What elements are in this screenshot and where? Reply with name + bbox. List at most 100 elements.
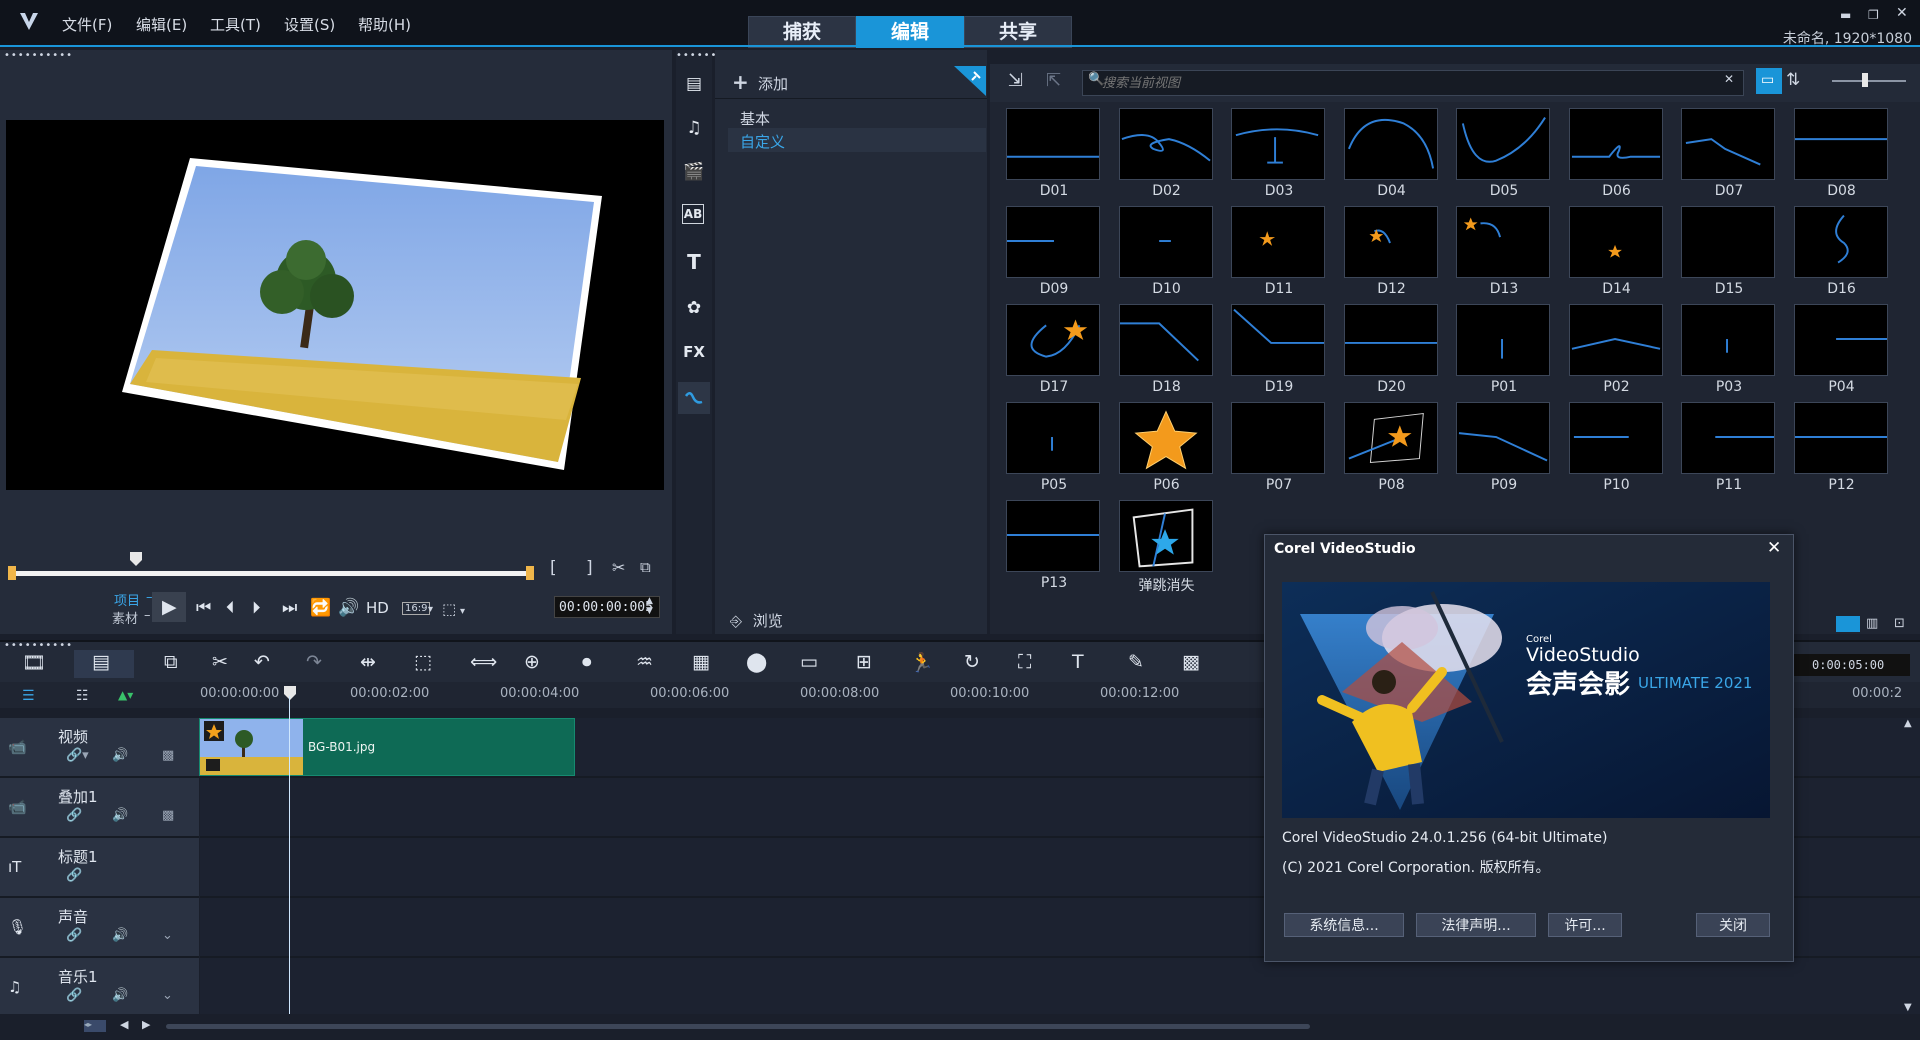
timecode-field[interactable]: 00:00:00:005 (554, 596, 660, 618)
path-thumbnail[interactable]: D01 (998, 104, 1110, 200)
scrubber-icon[interactable] (130, 552, 142, 566)
go-end-icon[interactable]: ⏭ (282, 598, 297, 618)
motion-path-icon[interactable] (684, 388, 704, 408)
ripple-link-icon[interactable]: 🔗 (66, 808, 82, 823)
volume-icon[interactable]: 🔊 (338, 598, 359, 618)
track-lane-music[interactable] (200, 958, 1920, 1018)
add-folder-button[interactable]: 添加 (758, 73, 788, 94)
thumb-size-slider[interactable] (1832, 80, 1906, 82)
replace-clip-icon[interactable]: ⧉ (164, 651, 178, 673)
ripple-link-icon[interactable]: 🔗 (66, 928, 82, 943)
freeze-frame-icon[interactable]: ⛶ (1018, 651, 1031, 673)
motion-tracking-icon[interactable]: 🏃 (910, 651, 934, 674)
path-thumbnail[interactable]: 弹跳消失 (1111, 496, 1223, 594)
pin-icon[interactable] (954, 66, 986, 96)
play-icon[interactable]: ▶ (162, 596, 177, 618)
storyboard-view-icon[interactable]: 🎞 (22, 651, 46, 674)
clear-search-icon[interactable]: ✕ (1724, 72, 1734, 86)
transition-icon[interactable]: AB (682, 204, 704, 224)
track-grid-icon[interactable]: ▩ (162, 808, 174, 823)
title-icon[interactable]: T (682, 250, 706, 274)
import-media-icon[interactable]: ⇲ (1008, 70, 1023, 91)
scrub-track[interactable] (12, 571, 532, 576)
crop-dropdown-icon[interactable]: ▾ (460, 606, 465, 617)
paint-icon[interactable]: ✎ (1128, 651, 1144, 673)
mark-in-icon[interactable]: [ (550, 558, 557, 578)
rotate-icon[interactable]: ↻ (964, 651, 980, 673)
path-thumbnail[interactable]: P11 (1673, 398, 1785, 494)
path-thumbnail[interactable]: P01 (1448, 300, 1560, 396)
pan-zoom-icon[interactable]: ⊕ (524, 651, 540, 673)
ripple-link-icon[interactable]: 🔗 (66, 868, 82, 883)
path-thumbnail[interactable]: P06 (1111, 398, 1223, 494)
hd-toggle[interactable]: HD (366, 599, 389, 617)
tab-edit[interactable]: 编辑 (856, 16, 964, 48)
video-camera-icon[interactable]: 📹 (8, 738, 27, 756)
title-t-icon[interactable]: ıT (8, 858, 21, 876)
path-thumbnail[interactable]: P09 (1448, 398, 1560, 494)
path-thumbnail[interactable]: D18 (1111, 300, 1223, 396)
audio-mixer-icon[interactable]: ♒ (636, 651, 653, 673)
split-clip-icon[interactable]: ✂ (612, 558, 625, 577)
undo-icon[interactable]: ↶ (254, 651, 270, 673)
scroll-right-icon[interactable]: ▶ (142, 1018, 150, 1031)
path-thumbnail[interactable]: D16 (1786, 202, 1898, 298)
menu-file[interactable]: 文件(F) (62, 14, 112, 35)
mark-out-icon[interactable]: ] (586, 558, 593, 578)
layout-icon[interactable]: ⊞ (856, 651, 872, 673)
track-manager-icon[interactable]: ☰ (22, 688, 35, 704)
path-thumbnail[interactable]: D03 (1223, 104, 1335, 200)
legal-notice-button[interactable]: 法律声明... (1416, 913, 1536, 937)
menu-help[interactable]: 帮助(H) (358, 14, 411, 35)
horizontal-scrollbar[interactable] (166, 1024, 1310, 1029)
about-close-icon[interactable]: ✕ (1767, 538, 1781, 558)
multicam-icon[interactable]: ▦ (692, 651, 710, 673)
sort-icon[interactable]: ⇅ (1786, 70, 1800, 90)
title-3d-icon[interactable]: T (1072, 651, 1084, 673)
minimize-icon[interactable]: ▬ (1840, 8, 1851, 22)
path-thumbnail[interactable]: D10 (1111, 202, 1223, 298)
license-button[interactable]: 许可... (1548, 913, 1622, 937)
browse-button[interactable]: ⎆ 浏览 (730, 610, 783, 631)
voice-mic-icon[interactable]: 🎙 (8, 918, 27, 936)
path-thumbnail[interactable]: D12 (1336, 202, 1448, 298)
timeline-grip-icon[interactable]: •••••••••• (4, 640, 73, 651)
path-thumbnail[interactable]: D15 (1673, 202, 1785, 298)
view-detail-icon[interactable]: ⊡ (1894, 616, 1905, 631)
scroll-left-icon[interactable]: ◀ (120, 1018, 128, 1031)
zoom-fit-icon[interactable]: ◂▸ (84, 1020, 106, 1032)
path-thumbnail[interactable]: D06 (1561, 104, 1673, 200)
path-thumbnail[interactable]: D04 (1336, 104, 1448, 200)
track-volume-icon[interactable]: 🔊 (112, 988, 128, 1003)
path-thumbnail[interactable]: D19 (1223, 300, 1335, 396)
track-volume-icon[interactable]: 🔊 (112, 928, 128, 943)
path-thumbnail[interactable]: D09 (998, 202, 1110, 298)
subtitle-icon[interactable]: ▭ (800, 651, 818, 673)
tab-share[interactable]: 共享 (964, 16, 1072, 48)
search-input[interactable] (1100, 70, 1724, 96)
view-list-button[interactable] (1836, 616, 1860, 632)
close-window-icon[interactable]: ✕ (1896, 5, 1908, 21)
scroll-down-icon[interactable]: ▼ (1904, 1002, 1912, 1013)
audio-library-icon[interactable]: ♫ (682, 116, 706, 140)
add-icon[interactable]: + (732, 70, 749, 94)
trim-end-handle[interactable] (526, 566, 534, 580)
path-thumbnail[interactable]: D20 (1336, 300, 1448, 396)
timecode-stepper-icon[interactable]: ▲ ▼ (646, 596, 653, 616)
record-icon[interactable]: ⏺ (582, 651, 592, 673)
graphics-icon[interactable]: ✿ (682, 296, 706, 320)
aspect-ratio[interactable]: 16:9 (402, 602, 431, 615)
crop-icon[interactable]: ⬚ (442, 600, 456, 618)
path-thumbnail[interactable]: P12 (1786, 398, 1898, 494)
export-media-icon[interactable]: ⇱ (1046, 70, 1061, 91)
path-thumbnail[interactable]: D05 (1448, 104, 1560, 200)
path-thumbnail[interactable]: P05 (998, 398, 1110, 494)
path-thumbnail[interactable]: D14 (1561, 202, 1673, 298)
track-grid-icon[interactable]: ▩ (162, 748, 174, 763)
folder-basic[interactable]: 基本 (740, 108, 770, 129)
path-thumbnail[interactable]: P02 (1561, 300, 1673, 396)
fit-timeline-icon[interactable]: ⇹ (360, 651, 376, 673)
overlay-camera-icon[interactable]: 📹 (8, 798, 27, 816)
mode-project[interactable]: 项目 (114, 590, 140, 609)
screen-record-icon[interactable]: ▩ (1182, 651, 1200, 673)
